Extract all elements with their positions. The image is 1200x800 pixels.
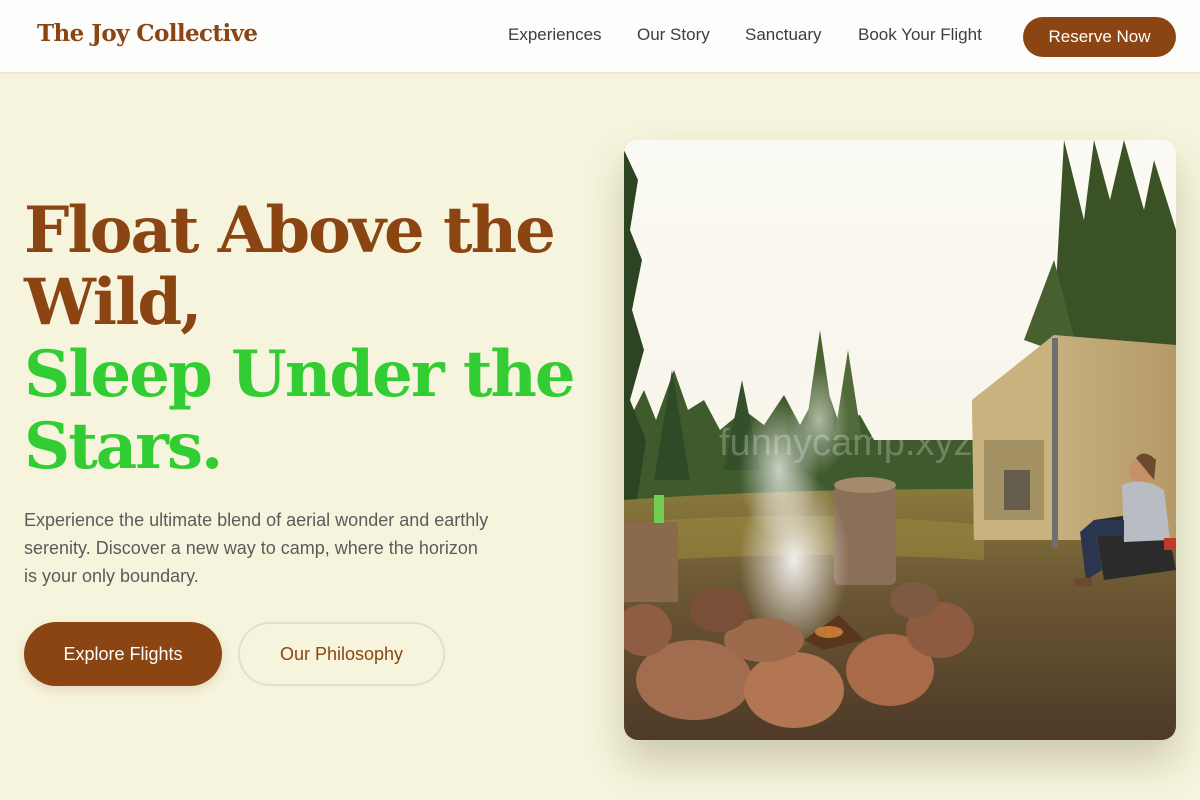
brand-logo[interactable]: The Joy Collective bbox=[37, 20, 258, 47]
headline-line-2: Wild, bbox=[24, 265, 202, 340]
headline-line-1: Float Above the bbox=[24, 193, 556, 268]
hero-headline: Float Above the Wild, Sleep Under the St… bbox=[24, 193, 576, 484]
headline-line-3: Sleep Under the bbox=[24, 337, 576, 412]
our-philosophy-button[interactable]: Our Philosophy bbox=[238, 622, 445, 686]
reserve-now-button[interactable]: Reserve Now bbox=[1023, 17, 1176, 57]
hero-description: Experience the ultimate blend of aerial … bbox=[24, 510, 489, 586]
hero-campsite-image: funnycamp.xyz bbox=[624, 140, 1176, 740]
nav-link-book-your-flight[interactable]: Book Your Flight bbox=[858, 25, 982, 45]
nav-link-experiences[interactable]: Experiences bbox=[508, 25, 602, 45]
headline-line-4: Stars. bbox=[24, 409, 223, 484]
explore-flights-button[interactable]: Explore Flights bbox=[24, 622, 222, 686]
nav-link-sanctuary[interactable]: Sanctuary bbox=[745, 25, 822, 45]
nav-link-our-story[interactable]: Our Story bbox=[637, 25, 710, 45]
site-header: The Joy Collective Experiences Our Story… bbox=[0, 0, 1200, 73]
